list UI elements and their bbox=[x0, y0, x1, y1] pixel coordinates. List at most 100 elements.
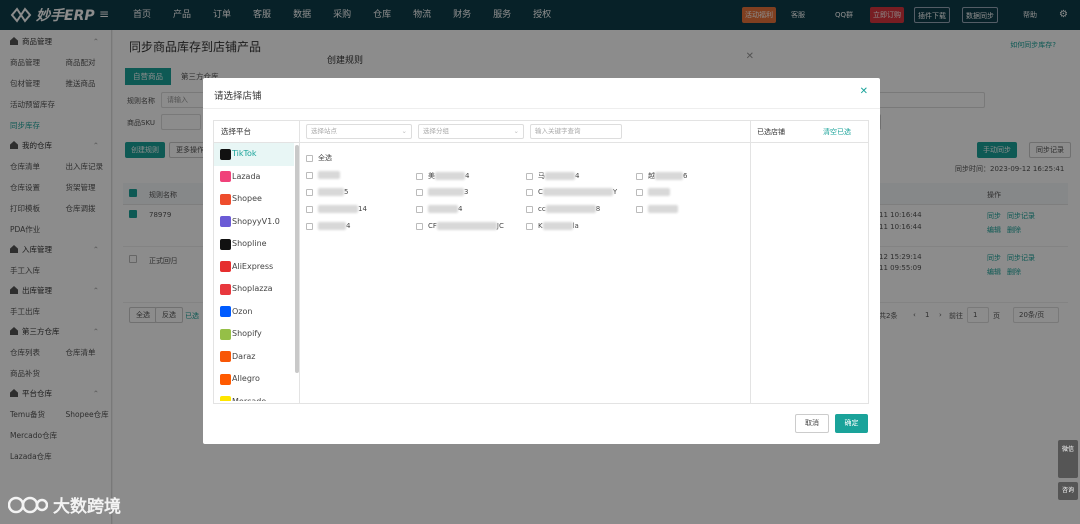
store-option[interactable]: 4 bbox=[306, 222, 350, 230]
dialog-divider bbox=[203, 108, 880, 109]
store-option[interactable] bbox=[306, 171, 340, 179]
side-tool-consult[interactable]: 咨询 bbox=[1058, 482, 1078, 500]
store-checkbox[interactable] bbox=[526, 205, 533, 213]
redacted-store-name bbox=[542, 222, 573, 230]
dialog-title: 请选择店铺 bbox=[214, 91, 262, 102]
platform-item-daraz[interactable]: Daraz bbox=[214, 346, 294, 369]
redacted-store-name bbox=[318, 188, 344, 196]
store-name-prefix: CF bbox=[428, 222, 437, 230]
platform-header: 选择平台 bbox=[214, 121, 299, 143]
store-option[interactable] bbox=[636, 188, 670, 196]
redacted-store-name bbox=[318, 171, 340, 179]
redacted-store-name bbox=[648, 205, 678, 213]
platform-column: 选择平台 TikTok Lazada Shopee ShopyyV1.0 Shoplin… bbox=[214, 121, 300, 403]
redacted-store-name bbox=[542, 188, 613, 196]
store-name-suffix: 4 bbox=[346, 222, 351, 230]
platform-logo-icon bbox=[220, 306, 231, 318]
platform-logo-icon bbox=[220, 216, 231, 228]
platform-item-shopline[interactable]: Shopline bbox=[214, 233, 294, 256]
platform-logo-icon bbox=[220, 351, 231, 363]
side-tool-wechat[interactable]: 微信 bbox=[1058, 440, 1078, 478]
store-option[interactable]: 3 bbox=[416, 188, 468, 196]
store-checkbox[interactable] bbox=[636, 205, 643, 213]
store-name-prefix: cc bbox=[538, 205, 546, 213]
store-option[interactable]: cc 8 bbox=[526, 205, 600, 213]
watermark-logo-icon bbox=[8, 496, 48, 513]
platform-item-shoplazza[interactable]: Shoplazza bbox=[214, 278, 294, 301]
store-name-suffix: 4 bbox=[458, 205, 463, 213]
watermark-text: 大数跨境 bbox=[53, 497, 121, 517]
redacted-store-name bbox=[545, 205, 596, 213]
store-name-suffix: 5 bbox=[344, 188, 349, 196]
store-name-suffix: 8 bbox=[595, 205, 601, 213]
platform-item-ozon[interactable]: Ozon bbox=[214, 301, 294, 324]
store-checkbox[interactable] bbox=[306, 188, 313, 196]
store-option[interactable] bbox=[636, 205, 678, 213]
store-checkbox[interactable] bbox=[416, 205, 423, 213]
watermark: 大数跨境 bbox=[8, 492, 121, 517]
platform-item-shopify[interactable]: Shopify bbox=[214, 323, 294, 346]
store-option[interactable]: 美4 bbox=[416, 171, 469, 181]
store-name-suffix: 4 bbox=[575, 172, 580, 180]
platform-item-aliexpress[interactable]: AliExpress bbox=[214, 256, 294, 279]
platform-item-shopee[interactable]: Shopee bbox=[214, 188, 294, 211]
store-column: 选择站点 ⌄ 选择分组 ⌄ 输入关键字查询 全选 美 4 马 4 越 6 5 3 C Y 14 4 cc 8 4… bbox=[300, 121, 750, 403]
store-name-suffix: 3 bbox=[464, 188, 469, 196]
redacted-store-name bbox=[545, 172, 575, 180]
close-icon[interactable]: ✕ bbox=[860, 86, 868, 97]
store-name-suffix: 14 bbox=[358, 205, 367, 213]
select-store-dialog: 请选择店铺 ✕ 选择平台 TikTok Lazada Shopee ShopyyV1.… bbox=[203, 78, 880, 444]
store-filter-bar: 选择站点 ⌄ 选择分组 ⌄ 输入关键字查询 bbox=[300, 121, 750, 143]
store-option[interactable]: 5 bbox=[306, 188, 348, 196]
store-option[interactable]: CY bbox=[526, 188, 617, 196]
platform-scrollbar[interactable] bbox=[295, 145, 299, 373]
store-name-prefix: 越 bbox=[648, 172, 655, 180]
platform-logo-icon bbox=[220, 193, 231, 205]
store-checkbox[interactable] bbox=[306, 171, 313, 179]
store-option[interactable]: 4 bbox=[416, 205, 462, 213]
platform-logo-icon bbox=[220, 261, 231, 273]
redacted-store-name bbox=[428, 205, 458, 213]
cancel-button[interactable]: 取消 bbox=[795, 414, 829, 433]
keyword-search-input[interactable]: 输入关键字查询 bbox=[530, 124, 622, 139]
site-select[interactable]: 选择站点 ⌄ bbox=[306, 124, 412, 139]
store-checkbox[interactable] bbox=[306, 222, 313, 230]
store-name-suffix: la bbox=[572, 222, 579, 230]
select-all-stores[interactable]: 全选 bbox=[306, 153, 332, 163]
confirm-button[interactable]: 确定 bbox=[835, 414, 868, 433]
selected-stores-label: 已选店铺 bbox=[757, 128, 785, 136]
platform-item-mercado[interactable]: Mercado bbox=[214, 391, 294, 401]
store-checkbox[interactable] bbox=[416, 172, 423, 180]
platform-item-tiktok[interactable]: TikTok bbox=[214, 143, 294, 166]
store-option[interactable]: 马4 bbox=[526, 171, 579, 181]
store-checkbox[interactable] bbox=[526, 172, 533, 180]
store-checkbox[interactable] bbox=[416, 188, 423, 196]
store-option[interactable]: 14 bbox=[306, 205, 367, 213]
store-option[interactable]: CF JC bbox=[416, 222, 504, 230]
store-option[interactable]: Kla bbox=[526, 222, 579, 230]
select-all-checkbox[interactable] bbox=[306, 154, 313, 162]
store-option[interactable]: 越6 bbox=[636, 171, 687, 181]
clear-selected-link[interactable]: 清空已选 bbox=[823, 127, 851, 137]
store-checkbox[interactable] bbox=[416, 222, 423, 230]
redacted-store-name bbox=[318, 205, 358, 213]
store-name-suffix: 4 bbox=[465, 172, 470, 180]
redacted-store-name bbox=[436, 222, 497, 230]
store-picker-panel: 选择平台 TikTok Lazada Shopee ShopyyV1.0 Shoplin… bbox=[213, 120, 869, 404]
platform-logo-icon bbox=[220, 396, 231, 401]
platform-logo-icon bbox=[220, 171, 231, 183]
redacted-store-name bbox=[655, 172, 683, 180]
redacted-store-name bbox=[318, 222, 346, 230]
group-select[interactable]: 选择分组 ⌄ bbox=[418, 124, 524, 139]
store-checkbox[interactable] bbox=[636, 188, 643, 196]
store-checkbox[interactable] bbox=[526, 188, 533, 196]
platform-item-shopyyv1-0[interactable]: ShopyyV1.0 bbox=[214, 211, 294, 234]
store-checkbox[interactable] bbox=[526, 222, 533, 230]
platform-item-lazada[interactable]: Lazada bbox=[214, 166, 294, 189]
store-name-prefix: K bbox=[538, 222, 543, 230]
store-checkbox[interactable] bbox=[306, 205, 313, 213]
selected-stores-column: 已选店铺 清空已选 bbox=[750, 121, 868, 403]
store-name-suffix: 6 bbox=[683, 172, 688, 180]
store-checkbox[interactable] bbox=[636, 172, 643, 180]
platform-item-allegro[interactable]: Allegro bbox=[214, 368, 294, 391]
